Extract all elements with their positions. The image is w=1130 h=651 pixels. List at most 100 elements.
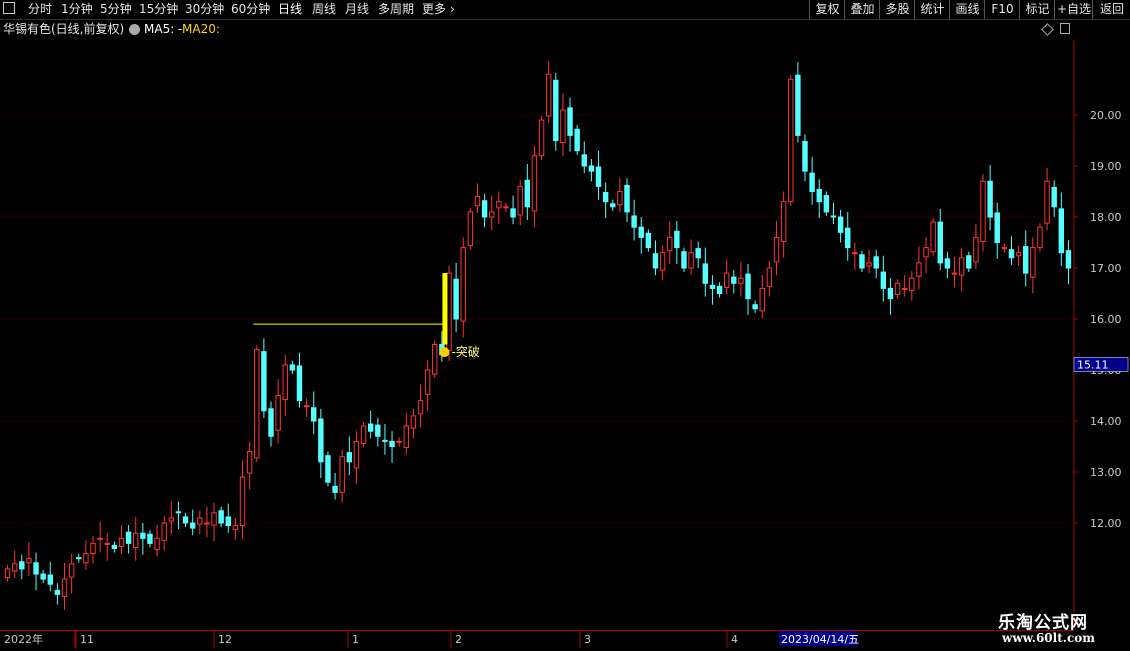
candle-body[interactable] bbox=[154, 537, 160, 551]
candle-body[interactable] bbox=[873, 256, 879, 269]
candle-body[interactable] bbox=[624, 184, 630, 213]
candle-body[interactable] bbox=[987, 180, 993, 218]
candle-body[interactable] bbox=[880, 271, 887, 289]
candle-body[interactable] bbox=[752, 304, 758, 310]
candle-body[interactable] bbox=[816, 188, 822, 203]
candle-body[interactable] bbox=[111, 544, 118, 550]
candle-body[interactable] bbox=[645, 232, 652, 249]
candle-body[interactable] bbox=[161, 522, 167, 541]
candle-body[interactable] bbox=[282, 364, 288, 401]
candle-body[interactable] bbox=[510, 208, 516, 218]
candle-body[interactable] bbox=[937, 221, 943, 264]
candle-body[interactable] bbox=[688, 252, 694, 269]
candle-body[interactable] bbox=[1030, 247, 1036, 278]
candle-body[interactable] bbox=[432, 344, 438, 375]
candle-body[interactable] bbox=[923, 247, 929, 258]
candle-body[interactable] bbox=[19, 561, 25, 570]
candle-body[interactable] bbox=[731, 276, 737, 284]
candle-body[interactable] bbox=[1044, 180, 1050, 224]
candle-body[interactable] bbox=[503, 206, 509, 209]
candle-body[interactable] bbox=[659, 252, 666, 271]
candle-body[interactable] bbox=[780, 201, 787, 242]
candle-body[interactable] bbox=[966, 255, 972, 269]
candle-body[interactable] bbox=[467, 211, 474, 247]
candle-body[interactable] bbox=[560, 109, 566, 144]
candle-body[interactable] bbox=[232, 525, 239, 531]
candle-body[interactable] bbox=[973, 236, 979, 263]
candle-body[interactable] bbox=[788, 78, 794, 203]
candle-body[interactable] bbox=[424, 369, 431, 395]
candle-body[interactable] bbox=[125, 531, 132, 544]
candle-body[interactable] bbox=[631, 215, 637, 228]
candle-body[interactable] bbox=[773, 236, 780, 263]
candle-body[interactable] bbox=[980, 180, 986, 242]
candle-body[interactable] bbox=[944, 258, 951, 269]
candle-body[interactable] bbox=[11, 563, 18, 572]
candle-body[interactable] bbox=[894, 282, 901, 296]
candle-body[interactable] bbox=[638, 226, 644, 238]
candle-body[interactable] bbox=[901, 287, 908, 290]
candle-body[interactable] bbox=[1008, 249, 1015, 259]
candle-body[interactable] bbox=[916, 262, 922, 277]
candle-body[interactable] bbox=[681, 251, 687, 269]
candle-body[interactable] bbox=[396, 440, 402, 443]
candle-body[interactable] bbox=[346, 452, 353, 463]
candle-body[interactable] bbox=[887, 287, 894, 300]
candle-body[interactable] bbox=[553, 79, 559, 141]
candle-body[interactable] bbox=[695, 248, 701, 259]
candle-body[interactable] bbox=[76, 557, 82, 560]
candle-body[interactable] bbox=[446, 272, 452, 352]
candle-body[interactable] bbox=[652, 253, 659, 269]
candle-body[interactable] bbox=[738, 277, 744, 284]
candle-body[interactable] bbox=[189, 522, 196, 529]
candle-body[interactable] bbox=[325, 455, 331, 483]
candle-body[interactable] bbox=[531, 155, 538, 212]
candle-body[interactable] bbox=[175, 511, 182, 514]
candle-body[interactable] bbox=[567, 107, 573, 136]
candle-body[interactable] bbox=[617, 191, 623, 206]
candle-body[interactable] bbox=[140, 532, 146, 539]
candle-body[interactable] bbox=[674, 230, 680, 249]
candle-body[interactable] bbox=[602, 192, 609, 203]
candle-body[interactable] bbox=[403, 425, 409, 449]
candle-body[interactable] bbox=[382, 439, 388, 442]
candle-body[interactable] bbox=[83, 553, 89, 564]
candle-body[interactable] bbox=[951, 272, 958, 275]
candle-body[interactable] bbox=[168, 517, 175, 522]
candle-body[interactable] bbox=[610, 203, 616, 208]
candle-body[interactable] bbox=[1001, 247, 1008, 250]
candle-body[interactable] bbox=[275, 395, 281, 431]
candle-body[interactable] bbox=[1065, 250, 1072, 269]
candle-body[interactable] bbox=[1023, 246, 1029, 274]
candle-body[interactable] bbox=[26, 558, 32, 564]
candle-body[interactable] bbox=[830, 215, 837, 218]
candle-body[interactable] bbox=[745, 273, 751, 300]
candle-body[interactable] bbox=[930, 221, 936, 253]
candle-body[interactable] bbox=[845, 227, 851, 249]
candle-body[interactable] bbox=[40, 573, 46, 580]
candle-body[interactable] bbox=[759, 287, 765, 312]
candle-body[interactable] bbox=[225, 516, 231, 527]
candle-body[interactable] bbox=[453, 278, 459, 320]
candle-body[interactable] bbox=[68, 563, 75, 578]
candle-body[interactable] bbox=[239, 476, 246, 527]
candle-body[interactable] bbox=[289, 364, 296, 371]
candle-body[interactable] bbox=[517, 185, 523, 216]
candle-body[interactable] bbox=[1037, 226, 1043, 249]
candle-body[interactable] bbox=[296, 365, 303, 402]
candle-body[interactable] bbox=[723, 272, 730, 288]
candle-body[interactable] bbox=[802, 141, 808, 172]
candle-body[interactable] bbox=[246, 451, 253, 474]
candle-body[interactable] bbox=[318, 418, 324, 463]
candle-body[interactable] bbox=[33, 562, 39, 575]
candle-body[interactable] bbox=[588, 165, 595, 172]
candle-body[interactable] bbox=[489, 211, 495, 218]
candle-body[interactable] bbox=[211, 512, 217, 526]
candle-body[interactable] bbox=[54, 589, 61, 595]
candle-body[interactable] bbox=[994, 212, 1000, 243]
candle-body[interactable] bbox=[709, 284, 716, 289]
candle-body[interactable] bbox=[339, 456, 345, 493]
candle-body[interactable] bbox=[524, 179, 531, 208]
candle-body[interactable] bbox=[958, 257, 965, 276]
candle-body[interactable] bbox=[311, 407, 317, 422]
